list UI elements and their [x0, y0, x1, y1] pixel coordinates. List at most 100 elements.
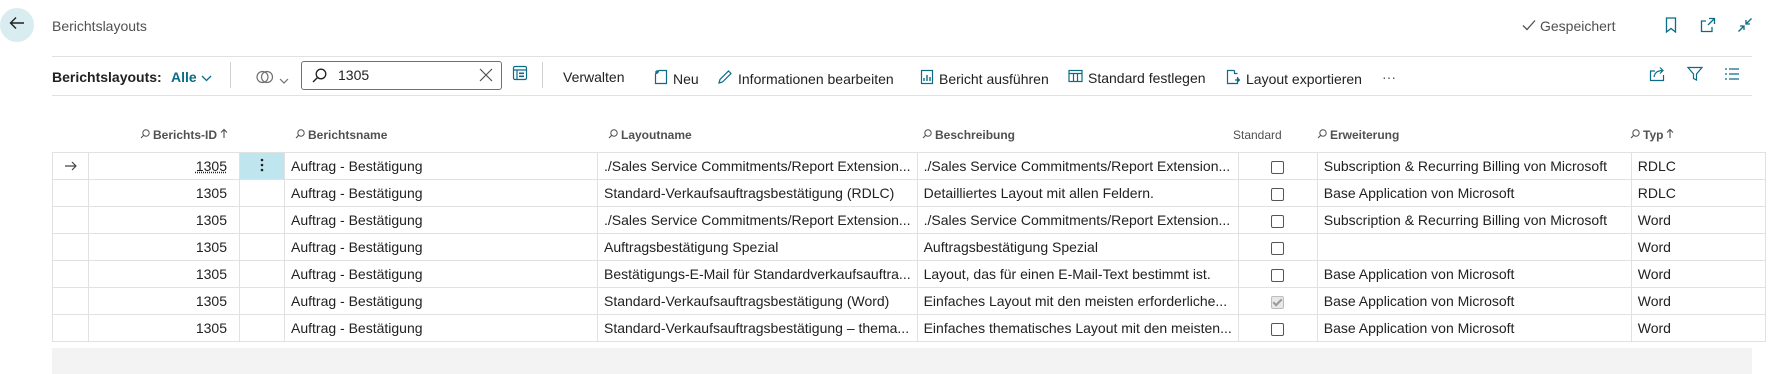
cell-extension[interactable]: Base Application von Microsoft: [1316, 179, 1632, 207]
cell-layout-name[interactable]: Bestätigungs-E-Mail für Standardverkaufs…: [597, 260, 918, 288]
row-actions[interactable]: [239, 152, 285, 180]
cell-layout-name[interactable]: Standard-Verkaufsauftragsbestätigung (RD…: [597, 179, 918, 207]
cell-report-id[interactable]: 1305: [88, 233, 240, 261]
row-actions[interactable]: [239, 179, 285, 207]
cell-description[interactable]: Layout, das für einen E-Mail-Text bestim…: [916, 260, 1239, 288]
search-icon: [140, 128, 150, 142]
new-button[interactable]: Neu: [654, 69, 699, 88]
chevron-down-icon: [279, 71, 289, 87]
list-view-button[interactable]: [1722, 66, 1742, 86]
cell-report-id[interactable]: 1305: [88, 260, 240, 288]
cell-report-name[interactable]: Auftrag - Bestätigung: [284, 206, 598, 234]
new-document-icon: [654, 69, 668, 88]
row-actions[interactable]: [239, 233, 285, 261]
cell-report-id[interactable]: 1305: [88, 287, 240, 315]
cell-report-id[interactable]: 1305: [88, 179, 240, 207]
grid-footer: [52, 348, 1752, 374]
cell-type[interactable]: RDLC: [1630, 179, 1766, 207]
edit-info-button[interactable]: Informationen bearbeiten: [717, 69, 894, 88]
search-icon: [295, 128, 305, 142]
search-box[interactable]: [301, 61, 502, 90]
column-header-default[interactable]: Standard: [1233, 128, 1282, 142]
column-header-report-name[interactable]: Berichtsname: [295, 128, 387, 142]
cell-type[interactable]: Word: [1630, 287, 1766, 315]
default-checkbox[interactable]: [1271, 214, 1285, 228]
cell-extension[interactable]: Subscription & Recurring Billing von Mic…: [1316, 152, 1632, 180]
filter-button[interactable]: [1685, 66, 1705, 86]
table-row[interactable]: 1305 Auftrag - Bestätigung ./Sales Service…: [52, 152, 1766, 180]
manage-button[interactable]: Verwalten: [563, 69, 624, 85]
clear-search-icon[interactable]: [479, 68, 493, 82]
export-layout-button[interactable]: Layout exportieren: [1226, 69, 1362, 88]
back-button[interactable]: [0, 8, 34, 42]
cell-layout-name[interactable]: ./Sales Service Commitments/Report Exten…: [597, 152, 918, 180]
cell-layout-name[interactable]: Auftragsbestätigung Spezial: [597, 233, 918, 261]
column-header-type[interactable]: Typ: [1630, 128, 1674, 142]
cell-report-id[interactable]: 1305: [88, 152, 240, 180]
filter-options-button[interactable]: [510, 65, 530, 85]
open-new-window-button[interactable]: [1697, 16, 1719, 38]
cell-extension[interactable]: Subscription & Recurring Billing von Mic…: [1316, 206, 1632, 234]
cell-extension[interactable]: Base Application von Microsoft: [1316, 287, 1632, 315]
cell-description[interactable]: Detailliertes Layout mit allen Feldern.: [916, 179, 1239, 207]
column-header-extension[interactable]: Erweiterung: [1317, 128, 1399, 142]
cell-extension[interactable]: Base Application von Microsoft: [1316, 314, 1632, 342]
set-default-label: Standard festlegen: [1088, 69, 1206, 86]
cell-type[interactable]: RDLC: [1630, 152, 1766, 180]
filter-dropdown[interactable]: Alle: [171, 69, 212, 85]
cell-description[interactable]: ./Sales Service Commitments/Report Exten…: [916, 152, 1239, 180]
default-checkbox[interactable]: [1271, 322, 1285, 336]
cell-report-name[interactable]: Auftrag - Bestätigung: [284, 260, 598, 288]
table-row[interactable]: 1305 Auftrag - Bestätigung ./Sales Service…: [52, 206, 1766, 234]
table-row[interactable]: 1305 Auftrag - Bestätigung Standard-Verkau…: [52, 287, 1766, 315]
cell-type[interactable]: Word: [1630, 206, 1766, 234]
collapse-button[interactable]: [1734, 16, 1756, 38]
cell-layout-name[interactable]: Standard-Verkaufsauftragsbestätigung – t…: [597, 314, 918, 342]
share-icon: [1649, 66, 1665, 87]
cell-type[interactable]: Word: [1630, 233, 1766, 261]
cell-type[interactable]: Word: [1630, 314, 1766, 342]
set-default-button[interactable]: Standard festlegen: [1068, 69, 1206, 86]
cell-report-name[interactable]: Auftrag - Bestätigung: [284, 152, 598, 180]
default-checkbox[interactable]: [1271, 187, 1285, 201]
cell-report-id[interactable]: 1305: [88, 206, 240, 234]
pencil-icon: [717, 69, 733, 88]
default-checkbox[interactable]: [1271, 241, 1285, 255]
table-row[interactable]: 1305 Auftrag - Bestätigung Auftragsbestäti…: [52, 233, 1766, 261]
column-header-report-id[interactable]: Berichts-ID: [140, 128, 228, 142]
default-checkbox[interactable]: [1271, 268, 1285, 282]
cell-layout-name[interactable]: Standard-Verkaufsauftragsbestätigung (Wo…: [597, 287, 918, 315]
row-actions[interactable]: [239, 314, 285, 342]
cell-report-name[interactable]: Auftrag - Bestätigung: [284, 287, 598, 315]
table-row[interactable]: 1305 Auftrag - Bestätigung Standard-Verkau…: [52, 314, 1766, 342]
cell-extension[interactable]: [1316, 233, 1632, 261]
cell-type[interactable]: Word: [1630, 260, 1766, 288]
column-header-layout-name[interactable]: Layoutname: [608, 128, 692, 142]
default-checkbox[interactable]: [1271, 295, 1285, 309]
search-icon: [312, 68, 327, 83]
row-actions[interactable]: [239, 287, 285, 315]
cell-description[interactable]: Auftragsbestätigung Spezial: [916, 233, 1239, 261]
more-options-button[interactable]: ···: [1382, 69, 1396, 85]
cell-extension[interactable]: Base Application von Microsoft: [1316, 260, 1632, 288]
bookmark-button[interactable]: [1660, 16, 1682, 38]
search-input[interactable]: [338, 65, 458, 85]
cell-report-name[interactable]: Auftrag - Bestätigung: [284, 314, 598, 342]
cell-description[interactable]: Einfaches Layout mit den meisten erforde…: [916, 287, 1239, 315]
run-report-button[interactable]: Bericht ausführen: [920, 69, 1049, 88]
cell-report-id[interactable]: 1305: [88, 314, 240, 342]
default-checkbox[interactable]: [1271, 160, 1285, 174]
filter-pane-toggle[interactable]: [256, 69, 289, 88]
cell-report-name[interactable]: Auftrag - Bestätigung: [284, 233, 598, 261]
cell-report-name[interactable]: Auftrag - Bestätigung: [284, 179, 598, 207]
column-header-description[interactable]: Beschreibung: [922, 128, 1015, 142]
row-actions[interactable]: [239, 260, 285, 288]
table-row[interactable]: 1305 Auftrag - Bestätigung Standard-Verkau…: [52, 179, 1766, 207]
table-row[interactable]: 1305 Auftrag - Bestätigung Bestätigungs-E-…: [52, 260, 1766, 288]
cell-description[interactable]: ./Sales Service Commitments/Report Exten…: [916, 206, 1239, 234]
cell-layout-name[interactable]: ./Sales Service Commitments/Report Exten…: [597, 206, 918, 234]
share-button[interactable]: [1647, 66, 1667, 86]
saved-status-label: Gespeichert: [1540, 18, 1616, 34]
cell-description[interactable]: Einfaches thematisches Layout mit den me…: [916, 314, 1239, 342]
row-actions[interactable]: [239, 206, 285, 234]
